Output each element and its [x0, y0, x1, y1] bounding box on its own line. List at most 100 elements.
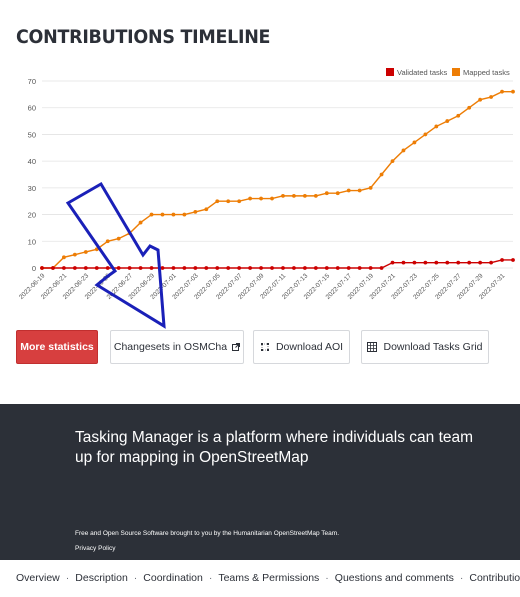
data-point-mapped: [412, 140, 417, 145]
data-point-validated: [324, 266, 329, 270]
data-point-validated: [500, 258, 504, 262]
footer-headline: Tasking Manager is a platform where indi…: [75, 429, 474, 466]
data-point-validated: [204, 266, 209, 270]
data-point-mapped: [83, 250, 88, 254]
data-point-validated: [368, 266, 373, 270]
download-tasks-grid-button[interactable]: Download Tasks Grid: [361, 330, 489, 364]
nav-teams-permissions[interactable]: Teams & Permissions: [218, 572, 319, 584]
y-tick-label: 30: [28, 184, 36, 193]
data-point-mapped: [171, 212, 176, 217]
data-point-validated: [346, 266, 351, 270]
data-point-validated: [193, 266, 198, 270]
y-tick-label: 70: [28, 77, 36, 86]
data-point-validated: [423, 260, 428, 265]
contributions-chart: 0102030405060702022-06-192022-06-212022-…: [18, 68, 515, 301]
nav-separator: ·: [325, 572, 329, 584]
data-point-validated: [160, 266, 165, 270]
data-point-validated: [138, 266, 143, 270]
data-point-validated: [171, 266, 176, 270]
data-point-mapped: [281, 193, 285, 198]
y-tick-label: 20: [28, 211, 36, 220]
nav-separator: ·: [65, 572, 70, 584]
data-point-mapped: [368, 185, 373, 190]
data-point-validated: [456, 260, 461, 265]
data-point-validated: [226, 266, 231, 270]
osmcha-label: Changesets in OSMCha: [113, 341, 228, 353]
data-point-mapped: [248, 196, 253, 201]
nav-description[interactable]: Description: [75, 572, 128, 584]
nav-overview[interactable]: Overview: [16, 572, 60, 584]
osmcha-button[interactable]: Changesets in OSMCha: [110, 330, 244, 364]
data-point-mapped: [160, 212, 165, 217]
data-point-validated: [511, 258, 515, 262]
data-point-mapped: [456, 113, 461, 118]
nav-questions-comments[interactable]: Questions and comments: [335, 572, 454, 584]
data-point-validated: [83, 266, 88, 270]
data-point-mapped: [467, 105, 472, 110]
data-point-mapped: [237, 199, 242, 204]
data-point-mapped: [259, 196, 263, 201]
data-point-validated: [72, 266, 77, 270]
data-point-validated: [127, 266, 132, 270]
external-link-icon: [232, 343, 241, 351]
data-point-validated: [281, 266, 285, 270]
grid-icon: [367, 342, 378, 352]
data-point-mapped: [226, 199, 231, 204]
data-point-mapped: [193, 210, 198, 214]
download-aoi-label: Download AOI: [275, 341, 344, 353]
data-point-mapped: [500, 89, 504, 94]
data-point-mapped: [302, 193, 307, 198]
legend-swatch: [386, 68, 394, 76]
y-tick-label: 40: [28, 157, 36, 166]
data-point-validated: [116, 266, 121, 270]
nav-separator: ·: [133, 572, 138, 584]
data-point-validated: [489, 260, 493, 265]
data-point-validated: [237, 266, 242, 270]
data-point-validated: [478, 260, 483, 265]
data-point-mapped: [346, 188, 351, 193]
y-tick-label: 0: [32, 264, 36, 273]
data-point-mapped: [489, 95, 493, 99]
data-point-validated: [434, 260, 439, 265]
data-point-mapped: [182, 212, 187, 217]
nav-coordination[interactable]: Coordination: [143, 572, 203, 584]
data-point-mapped: [390, 159, 395, 164]
data-point-validated: [313, 266, 318, 270]
data-point-validated: [401, 260, 406, 265]
more-statistics-button[interactable]: More statistics: [16, 330, 98, 364]
data-point-validated: [379, 266, 384, 270]
data-point-validated: [302, 266, 307, 270]
data-point-mapped: [445, 119, 450, 123]
more-statistics-label: More statistics: [20, 341, 94, 353]
data-point-validated: [248, 266, 253, 270]
data-point-mapped: [313, 193, 318, 198]
aoi-icon: [260, 342, 270, 352]
data-point-validated: [51, 266, 55, 270]
download-aoi-button[interactable]: Download AOI: [253, 330, 350, 364]
data-point-validated: [390, 260, 395, 265]
data-point-mapped: [379, 172, 384, 177]
nav-contributions[interactable]: Contributions: [469, 572, 520, 584]
legend-swatch: [452, 68, 460, 76]
legend-label: Validated tasks: [397, 68, 448, 77]
data-point-validated: [259, 266, 263, 270]
data-point-mapped: [335, 191, 340, 196]
nav-separator: ·: [208, 572, 213, 584]
y-tick-label: 10: [28, 237, 36, 246]
download-tasks-grid-label: Download Tasks Grid: [383, 341, 483, 353]
data-point-mapped: [204, 207, 209, 212]
data-point-mapped: [116, 236, 121, 241]
data-point-validated: [62, 266, 66, 270]
data-point-mapped: [127, 231, 132, 236]
data-point-validated: [105, 266, 110, 270]
nav-separator: ·: [459, 572, 464, 584]
data-point-validated: [357, 266, 362, 270]
series-line-validated: [42, 259, 513, 269]
privacy-policy-link[interactable]: Privacy Policy: [75, 545, 115, 552]
data-point-mapped: [149, 212, 154, 217]
data-point-mapped: [401, 148, 406, 153]
footer-credits: Free and Open Source Software brought to…: [75, 530, 340, 537]
data-point-mapped: [434, 124, 439, 129]
bottom-nav: Overview · Description · Coordination · …: [16, 572, 520, 584]
data-point-validated: [270, 266, 274, 270]
